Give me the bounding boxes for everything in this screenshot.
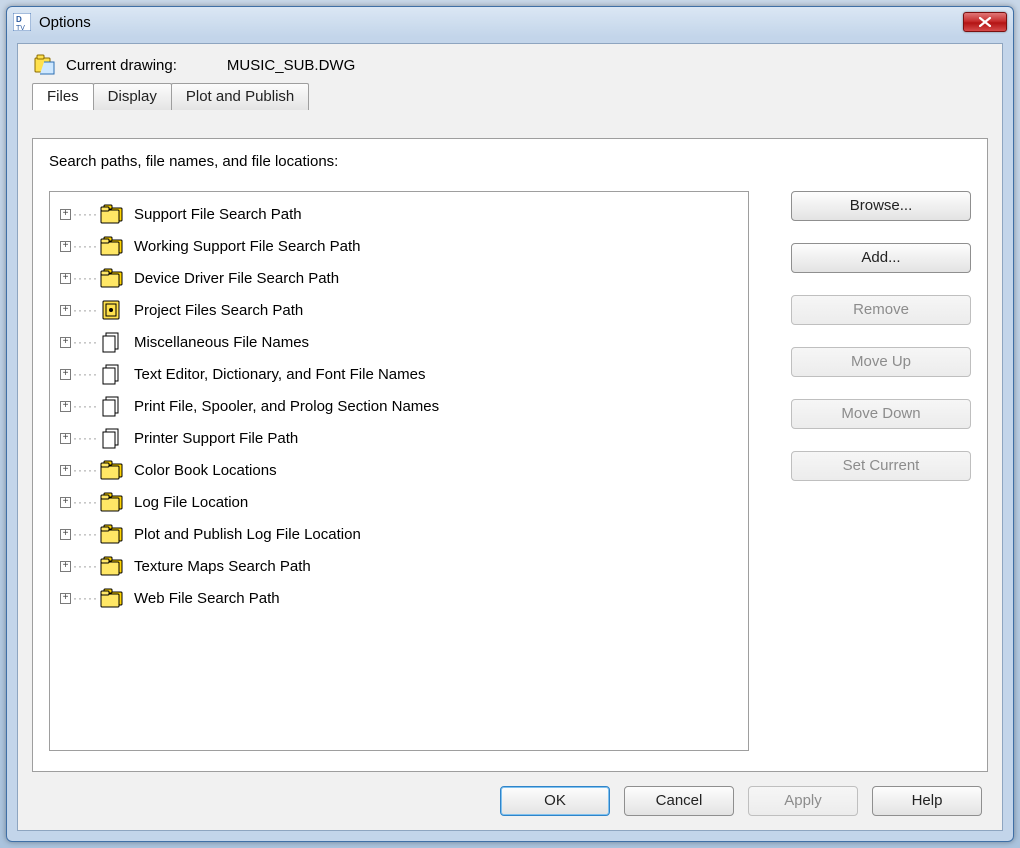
- tree-connector: ·····: [73, 559, 98, 573]
- tree-item-label: Printer Support File Path: [134, 430, 298, 447]
- expand-icon[interactable]: +: [60, 369, 71, 380]
- folder-icon: [100, 587, 126, 609]
- cancel-button[interactable]: Cancel: [624, 786, 734, 816]
- tree-item-label: Text Editor, Dictionary, and Font File N…: [134, 366, 426, 383]
- tree-connector: ·····: [73, 207, 98, 221]
- current-drawing-row: Current drawing: MUSIC_SUB.DWG: [18, 44, 1002, 82]
- tree-item[interactable]: +····· Printer Support File Path: [50, 422, 748, 454]
- tree-item[interactable]: +····· Plot and Publish Log File Location: [50, 518, 748, 550]
- tree-item-label: Support File Search Path: [134, 206, 302, 223]
- tree-connector: ·····: [73, 591, 98, 605]
- apply-button[interactable]: Apply: [748, 786, 858, 816]
- tree-item[interactable]: +····· Project Files Search Path: [50, 294, 748, 326]
- tabs: Files Display Plot and Publish: [32, 82, 1002, 109]
- client-area: Current drawing: MUSIC_SUB.DWG Files Dis…: [17, 43, 1003, 831]
- tree-item-label: Texture Maps Search Path: [134, 558, 311, 575]
- folder-icon: [100, 491, 126, 513]
- expand-icon[interactable]: +: [60, 337, 71, 348]
- tree-view[interactable]: +·····Support File Search Path+·····Work…: [49, 191, 749, 751]
- tab-plot-publish[interactable]: Plot and Publish: [171, 83, 309, 110]
- tree-item[interactable]: +····· Working Support File Search Path: [50, 230, 748, 262]
- expand-icon[interactable]: +: [60, 241, 71, 252]
- tree-item-label: Device Driver File Search Path: [134, 270, 339, 287]
- close-icon: [979, 17, 991, 27]
- panel-header: Search paths, file names, and file locat…: [33, 139, 987, 180]
- app-icon: D TV: [13, 13, 31, 31]
- expand-icon[interactable]: +: [60, 305, 71, 316]
- tab-display[interactable]: Display: [93, 83, 172, 110]
- file-icon: [100, 395, 126, 417]
- folder-icon: [100, 459, 126, 481]
- tree-connector: ·····: [73, 271, 98, 285]
- folder-icon: [100, 203, 126, 225]
- tree-item-label: Working Support File Search Path: [134, 238, 361, 255]
- tree-connector: ·····: [73, 463, 98, 477]
- expand-icon[interactable]: +: [60, 401, 71, 412]
- svg-text:TV: TV: [16, 25, 25, 31]
- tree-connector: ·····: [73, 367, 98, 381]
- tree-item-label: Web File Search Path: [134, 590, 280, 607]
- tree-item-label: Plot and Publish Log File Location: [134, 526, 361, 543]
- titlebar: D TV Options: [7, 7, 1013, 37]
- set-current-button[interactable]: Set Current: [791, 451, 971, 481]
- tree-connector: ·····: [73, 431, 98, 445]
- tree-item[interactable]: +····· Device Driver File Search Path: [50, 262, 748, 294]
- current-drawing-name: MUSIC_SUB.DWG: [227, 57, 355, 74]
- tree-item-label: Color Book Locations: [134, 462, 277, 479]
- file-icon: [100, 427, 126, 449]
- tree-item[interactable]: +····· Support File Search Path: [50, 198, 748, 230]
- add-button[interactable]: Add...: [791, 243, 971, 273]
- expand-icon[interactable]: +: [60, 433, 71, 444]
- help-button[interactable]: Help: [872, 786, 982, 816]
- folder-icon: [100, 555, 126, 577]
- svg-text:D: D: [16, 15, 22, 24]
- expand-icon[interactable]: +: [60, 273, 71, 284]
- dialog-buttons: OK Cancel Apply Help: [500, 786, 982, 816]
- tree-connector: ·····: [73, 239, 98, 253]
- folder-icon: [100, 235, 126, 257]
- expand-icon[interactable]: +: [60, 497, 71, 508]
- move-up-button[interactable]: Move Up: [791, 347, 971, 377]
- ok-button[interactable]: OK: [500, 786, 610, 816]
- browse-button[interactable]: Browse...: [791, 191, 971, 221]
- folder-icon: [100, 267, 126, 289]
- options-dialog: D TV Options Current drawing: MUSIC_SUB.…: [6, 6, 1014, 842]
- close-button[interactable]: [963, 12, 1007, 32]
- tree-connector: ·····: [73, 335, 98, 349]
- move-down-button[interactable]: Move Down: [791, 399, 971, 429]
- tree-item[interactable]: +····· Print File, Spooler, and Prolog Se…: [50, 390, 748, 422]
- window-title: Options: [39, 14, 91, 31]
- tree-connector: ·····: [73, 399, 98, 413]
- project-icon: [100, 299, 126, 321]
- tree-item-label: Log File Location: [134, 494, 248, 511]
- expand-icon[interactable]: +: [60, 209, 71, 220]
- tree-connector: ·····: [73, 527, 98, 541]
- tree-item[interactable]: +····· Texture Maps Search Path: [50, 550, 748, 582]
- expand-icon[interactable]: +: [60, 465, 71, 476]
- current-drawing-label: Current drawing:: [66, 57, 177, 74]
- file-icon: [100, 331, 126, 353]
- tree-item[interactable]: +····· Text Editor, Dictionary, and Font …: [50, 358, 748, 390]
- expand-icon[interactable]: +: [60, 593, 71, 604]
- tree-item[interactable]: +····· Log File Location: [50, 486, 748, 518]
- tree-item[interactable]: +····· Web File Search Path: [50, 582, 748, 614]
- file-icon: [100, 363, 126, 385]
- tree-connector: ·····: [73, 495, 98, 509]
- tree-item[interactable]: +····· Miscellaneous File Names: [50, 326, 748, 358]
- side-buttons: Browse... Add... Remove Move Up Move Down Set…: [791, 191, 971, 481]
- tab-files[interactable]: Files: [32, 83, 94, 110]
- tree-item-label: Print File, Spooler, and Prolog Section …: [134, 398, 439, 415]
- folder-icon: [100, 523, 126, 545]
- drawing-icon: [34, 54, 56, 76]
- tree-item-label: Project Files Search Path: [134, 302, 303, 319]
- tab-panel-files: Search paths, file names, and file locat…: [32, 138, 988, 772]
- tree-item-label: Miscellaneous File Names: [134, 334, 309, 351]
- tree-connector: ·····: [73, 303, 98, 317]
- tree-item[interactable]: +····· Color Book Locations: [50, 454, 748, 486]
- expand-icon[interactable]: +: [60, 561, 71, 572]
- expand-icon[interactable]: +: [60, 529, 71, 540]
- remove-button[interactable]: Remove: [791, 295, 971, 325]
